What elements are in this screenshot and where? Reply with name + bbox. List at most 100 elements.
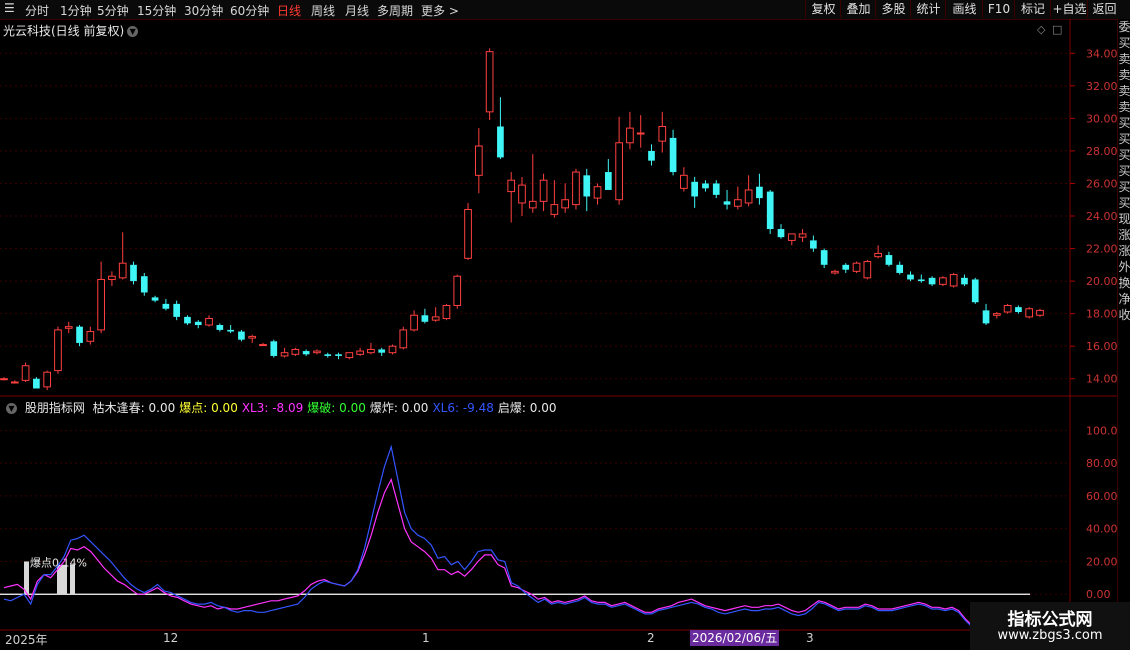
- candle-body: [723, 201, 731, 205]
- candle-body: [453, 275, 462, 306]
- candle-body: [421, 315, 429, 322]
- indicator-value-1: 爆点: 0.00: [179, 401, 238, 415]
- date-label-jan: 1: [422, 631, 430, 645]
- candle-body: [485, 51, 494, 113]
- candle-body: [76, 326, 83, 343]
- price-tick-label: 26.00: [1086, 177, 1118, 190]
- candle-body: [162, 303, 170, 309]
- candle-body: [140, 276, 148, 293]
- square-icon: □: [1052, 23, 1062, 36]
- main-chart[interactable]: 34.0032.0030.0028.0026.0024.0022.0020.00…: [0, 0, 1130, 650]
- candle-body: [442, 305, 451, 320]
- candle-body: [626, 127, 634, 144]
- candle-body: [961, 277, 968, 285]
- price-tick-label: 24.00: [1086, 210, 1118, 223]
- quote-edge-char: 换: [1118, 276, 1130, 290]
- candle-body: [896, 264, 904, 273]
- candle-body: [118, 262, 127, 279]
- indicator-value-4: 爆炸: 0.00: [369, 401, 429, 415]
- candle-body: [324, 354, 332, 356]
- quote-edge-char: 卖: [1118, 84, 1130, 98]
- quote-edge-char: 买: [1118, 132, 1130, 146]
- candle-body: [302, 351, 310, 355]
- cursor-date: 2026/02/06/五: [690, 630, 780, 646]
- candle-body: [291, 348, 300, 355]
- candle-body: [658, 126, 667, 142]
- candle-body: [648, 150, 655, 161]
- date-label-feb: 2: [647, 631, 655, 645]
- indicator-legend: ▼ 股朋指标网 枯木逢春: 0.00 爆点: 0.00 XL3: -8.09 爆破: …: [3, 399, 560, 416]
- candle-body: [367, 348, 375, 354]
- candle-body: [173, 303, 181, 317]
- candle-body: [184, 316, 191, 324]
- candle-body: [33, 378, 40, 389]
- candle-body: [410, 314, 418, 331]
- indicator-tick-label: 40.00: [1086, 523, 1118, 536]
- candle-body: [270, 341, 278, 356]
- indicator-name: 股朋指标网: [24, 401, 85, 415]
- candle-body: [917, 279, 925, 282]
- candle-body: [474, 145, 483, 176]
- quote-edge-char: 买: [1118, 148, 1130, 162]
- candle-body: [863, 261, 872, 279]
- signal-annotation: 爆点0.14%: [30, 555, 87, 569]
- candle-body: [238, 331, 245, 340]
- candle-body: [561, 199, 570, 209]
- candle-body: [939, 277, 947, 285]
- candle-body: [712, 183, 720, 195]
- candle-body: [583, 175, 591, 197]
- candle-body: [399, 329, 408, 349]
- candle-body: [798, 233, 807, 238]
- candle-body: [810, 240, 817, 249]
- indicator-tick-label: 0.00: [1086, 588, 1111, 601]
- quote-edge-char: 收: [1118, 308, 1130, 322]
- candle-body: [108, 275, 116, 280]
- candle-body: [615, 142, 623, 201]
- indicator-line-xl3: [3, 477, 973, 626]
- indicator-tick-label: 20.00: [1086, 555, 1118, 568]
- candle-body: [820, 250, 828, 265]
- candle-body: [539, 179, 548, 202]
- candle-body: [1025, 308, 1034, 318]
- candle-body: [702, 183, 709, 189]
- price-tick-label: 34.00: [1086, 47, 1118, 60]
- candle-body: [345, 352, 354, 359]
- candle-body: [248, 335, 257, 339]
- date-label-year: 2025年: [5, 633, 48, 647]
- candle-body: [356, 350, 364, 355]
- candle-body: [378, 349, 386, 353]
- indicator-value-6: 启爆: 0.00: [497, 401, 557, 415]
- quote-edge-char: 买: [1118, 36, 1130, 50]
- candle-body: [205, 318, 213, 326]
- quote-edge-char: 卖: [1118, 100, 1130, 114]
- candle-body: [680, 174, 688, 189]
- chevron-down-icon[interactable]: ▼: [6, 403, 17, 414]
- price-tick-label: 28.00: [1086, 145, 1118, 158]
- indicator-value-3: 爆破: 0.00: [307, 401, 366, 415]
- candle-body: [97, 278, 105, 331]
- quote-edge-char: 买: [1118, 116, 1130, 130]
- quote-edge-char: 买: [1118, 196, 1130, 210]
- candle-body: [464, 208, 472, 259]
- candle-body: [64, 326, 73, 329]
- quote-edge-char: 外: [1118, 260, 1130, 274]
- candle-body: [756, 186, 763, 199]
- candle-body: [691, 181, 699, 197]
- candle-body: [528, 200, 537, 209]
- candle-body: [194, 321, 202, 326]
- price-tick-label: 20.00: [1086, 275, 1118, 288]
- candle-body: [744, 189, 753, 204]
- candle-body: [593, 186, 602, 199]
- candle-body: [43, 371, 52, 388]
- candle-body: [766, 191, 774, 230]
- candle-body: [280, 352, 289, 357]
- candle-body: [151, 297, 159, 301]
- date-label-mar: 3: [806, 631, 814, 645]
- candle-body: [842, 264, 850, 270]
- quote-edge-char: 涨: [1118, 244, 1130, 258]
- candle-body: [572, 171, 580, 206]
- quote-edge-char: 卖: [1118, 52, 1130, 66]
- quote-edge-char: 买: [1118, 164, 1130, 178]
- price-tick-label: 14.00: [1086, 373, 1118, 386]
- candle-body: [604, 172, 612, 190]
